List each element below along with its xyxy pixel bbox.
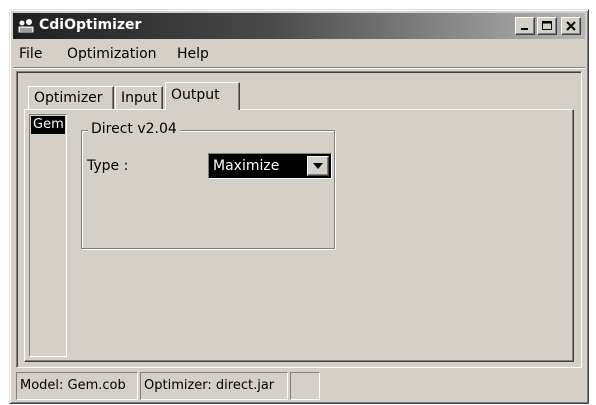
status-model: Model: Gem.cob (16, 372, 138, 400)
tab-optimizer[interactable]: Optimizer (28, 86, 114, 109)
status-bar: Model: Gem.cob Optimizer: direct.jar (16, 372, 582, 400)
main-window: CdiOptimizer File Optimization Help Opti… (9, 9, 589, 404)
maximize-button[interactable] (537, 17, 557, 35)
minimize-button[interactable] (515, 17, 535, 35)
title-bar[interactable]: CdiOptimizer (13, 13, 585, 39)
type-select[interactable]: Maximize (208, 153, 332, 179)
menu-optimization[interactable]: Optimization (67, 46, 157, 62)
menu-bar: File Optimization Help (13, 41, 585, 65)
group-title: Direct v2.04 (88, 121, 180, 137)
window-title: CdiOptimizer (39, 17, 142, 33)
list-item-gem[interactable]: Gem (31, 116, 65, 134)
type-dropdown-button[interactable] (307, 156, 329, 176)
status-extra (290, 372, 320, 400)
main-content: Optimizer Input Output Gem Direct v2.04 … (16, 71, 582, 368)
type-label: Type : (87, 158, 129, 174)
menu-separator (13, 67, 585, 69)
tab-output[interactable]: Output (165, 82, 240, 110)
direct-settings-group: Direct v2.04 Type : Maximize (81, 121, 335, 249)
close-button[interactable] (561, 17, 581, 35)
type-select-value: Maximize (213, 158, 280, 174)
minimize-icon (521, 28, 528, 30)
app-icon[interactable] (17, 17, 35, 35)
tab-input[interactable]: Input (115, 86, 163, 109)
chevron-down-icon (313, 163, 323, 169)
menu-help[interactable]: Help (177, 46, 209, 62)
model-list[interactable]: Gem (29, 114, 67, 357)
status-optimizer: Optimizer: direct.jar (140, 372, 288, 400)
close-icon (566, 21, 576, 31)
output-tab-panel: Gem Direct v2.04 Type : Maximize (24, 109, 574, 362)
menu-file[interactable]: File (19, 46, 42, 62)
maximize-icon (542, 21, 552, 30)
